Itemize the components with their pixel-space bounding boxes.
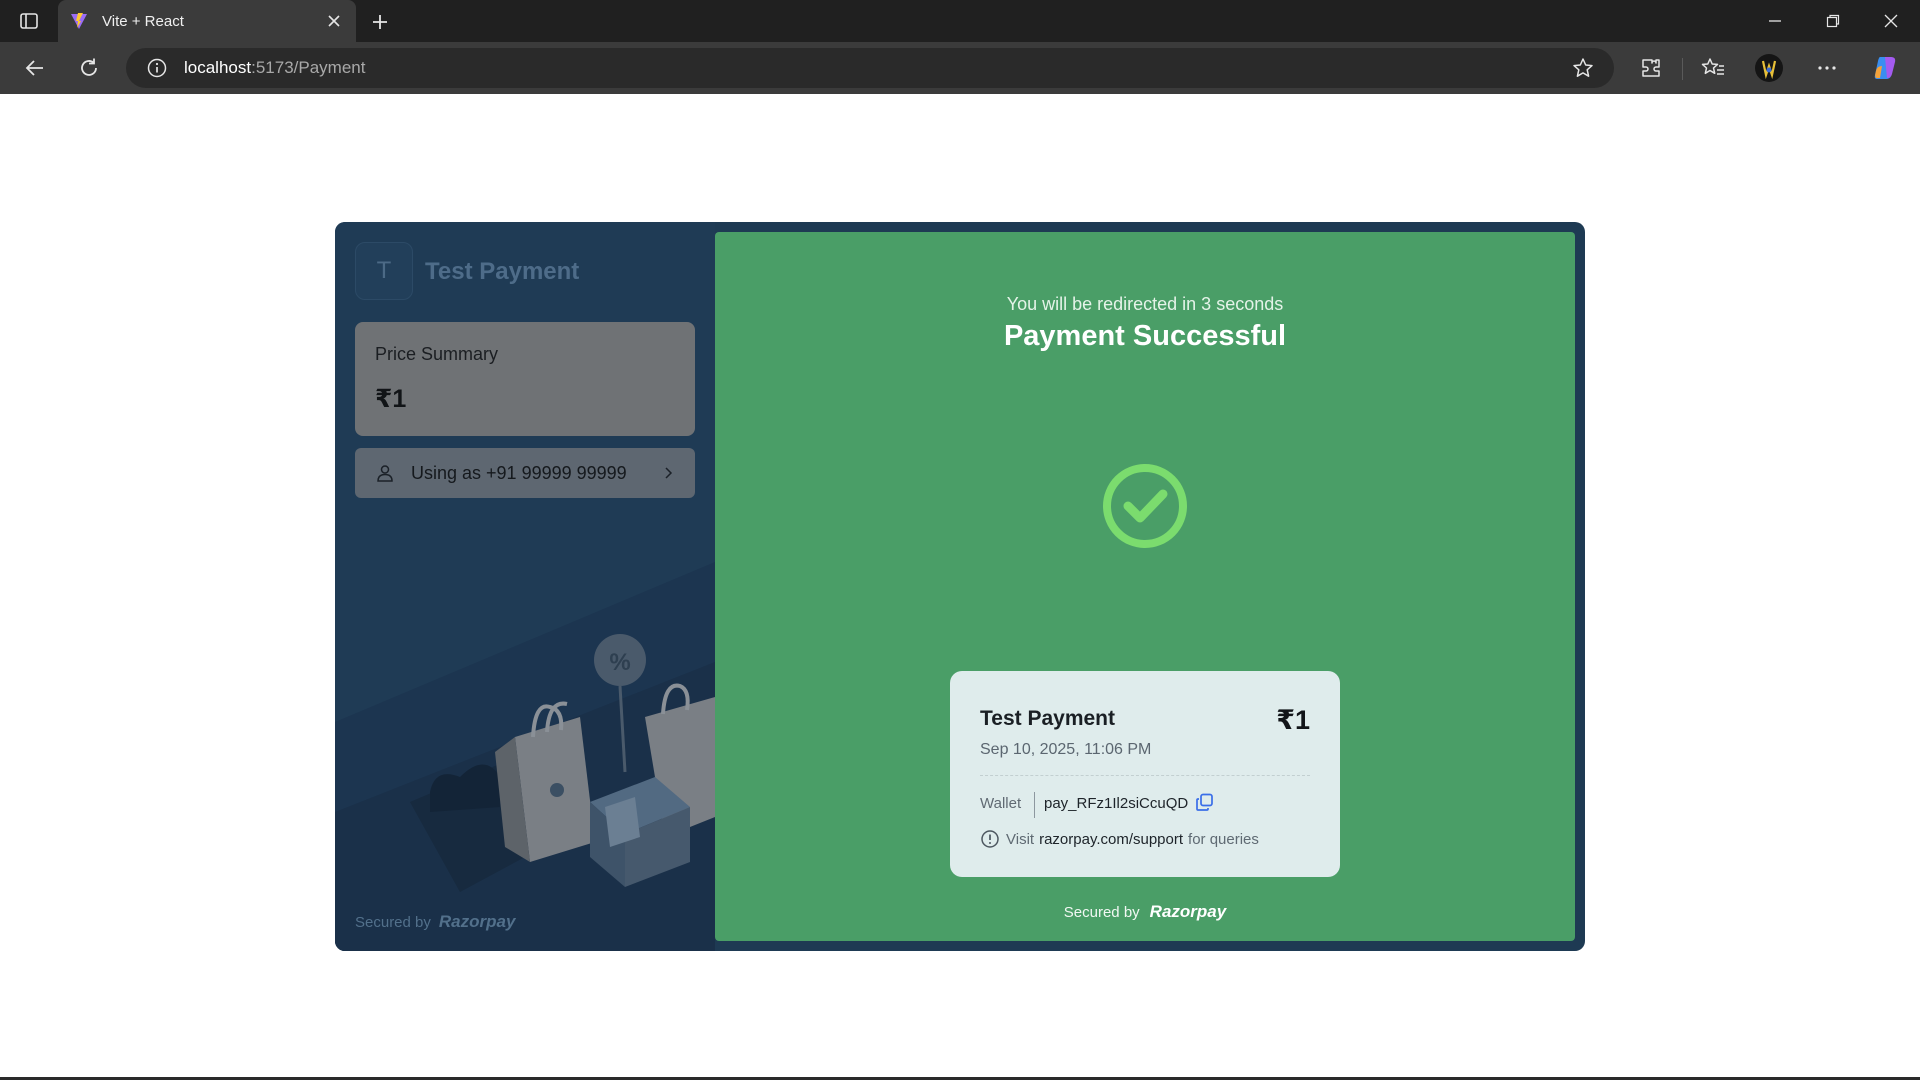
profile-avatar[interactable] <box>1752 51 1786 85</box>
favorites-icon[interactable] <box>1696 51 1730 85</box>
receipt-date: Sep 10, 2025, 11:06 PM <box>980 741 1152 758</box>
toolbar-separator <box>1682 58 1683 80</box>
refresh-icon[interactable] <box>72 51 106 85</box>
secured-by-footer-right: Secured by Razorpay <box>715 902 1575 922</box>
price-summary-amount: ₹1 <box>375 385 407 413</box>
support-prefix: Visit <box>1006 830 1035 848</box>
favorite-star-icon[interactable] <box>1572 57 1594 79</box>
razorpay-logo: Razorpay <box>438 912 516 931</box>
browser-tab[interactable]: Vite + React <box>58 0 356 42</box>
close-window-icon[interactable] <box>1862 0 1920 42</box>
payment-id: pay_RFz1Il2siCcuQD <box>1044 795 1189 812</box>
back-arrow-icon[interactable] <box>18 51 52 85</box>
vite-logo-icon <box>70 12 88 30</box>
svg-text:%: % <box>609 649 630 676</box>
support-link[interactable]: razorpay.com/support <box>1039 831 1183 848</box>
secured-by-label: Secured by <box>355 913 431 931</box>
payment-status-panel: You will be redirected in 3 seconds Paym… <box>715 232 1575 941</box>
site-info-icon[interactable] <box>146 57 168 79</box>
user-icon <box>375 463 395 483</box>
url-path: :5173/Payment <box>251 58 366 77</box>
info-icon <box>980 829 1000 849</box>
price-summary-card: Price Summary ₹1 <box>355 322 695 436</box>
merchant-name: Test Payment <box>425 258 580 285</box>
method-separator <box>1034 792 1035 818</box>
merchant-logo: T <box>355 242 413 300</box>
support-suffix: for queries <box>1188 830 1259 848</box>
address-bar[interactable]: localhost:5173/Payment <box>126 48 1614 88</box>
payment-status-title: Payment Successful <box>1003 320 1287 352</box>
contact-text: Using as +91 99999 99999 <box>411 462 627 483</box>
checkout-modal: T Test Payment Price Summary ₹1 Using as… <box>335 222 1585 951</box>
shopping-bags-illustration: % <box>335 562 715 951</box>
browser-tab-bar: Vite + React <box>0 0 1920 42</box>
payment-receipt-card: Test Payment ₹1 Sep 10, 2025, 11:06 PM W… <box>950 671 1340 877</box>
redirect-countdown: You will be redirected in 3 seconds <box>1006 294 1284 314</box>
chevron-right-icon <box>661 466 675 480</box>
receipt-divider <box>980 775 1310 776</box>
tab-title: Vite + React <box>102 12 184 30</box>
copilot-icon[interactable] <box>1868 51 1902 85</box>
receipt-amount: ₹1 <box>1276 705 1310 735</box>
payment-method: Wallet <box>980 795 1022 812</box>
receipt-merchant-name: Test Payment <box>980 707 1115 730</box>
restore-icon[interactable] <box>1804 0 1862 42</box>
url-host: localhost <box>184 58 252 77</box>
contact-details-button[interactable]: Using as +91 99999 99999 <box>355 448 695 498</box>
support-note: Visit razorpay.com/support for queries <box>980 829 1259 849</box>
tab-actions-icon[interactable] <box>18 10 40 32</box>
extensions-icon[interactable] <box>1634 51 1668 85</box>
new-tab-icon[interactable] <box>366 8 394 36</box>
price-summary-label: Price Summary <box>375 344 499 364</box>
browser-toolbar: localhost:5173/Payment <box>0 42 1920 94</box>
success-check-icon <box>1103 464 1187 548</box>
close-tab-icon[interactable] <box>320 7 348 35</box>
more-options-icon[interactable] <box>1810 51 1844 85</box>
secured-by-footer: Secured by Razorpay <box>355 912 515 932</box>
secured-by-label: Secured by <box>1063 903 1140 921</box>
minimize-icon[interactable] <box>1746 0 1804 42</box>
checkout-left-panel: T Test Payment Price Summary ₹1 Using as… <box>335 222 715 951</box>
razorpay-logo: Razorpay <box>1149 902 1227 921</box>
copy-icon[interactable] <box>1194 792 1216 814</box>
